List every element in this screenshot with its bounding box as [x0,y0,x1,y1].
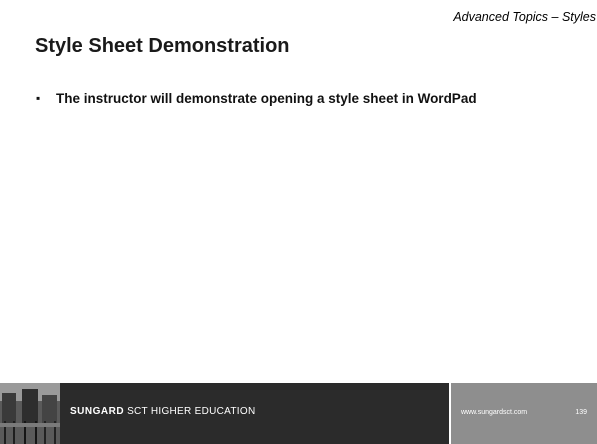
brand-name: SUNGARD [70,406,125,417]
slide-title: Style Sheet Demonstration [35,35,290,57]
bullet-item: ▪ The instructor will demonstrate openin… [36,90,556,107]
footer-brand-bar: SUNGARD SCT HIGHER EDUCATION [0,383,449,444]
slide: Advanced Topics – Styles Style Sheet Dem… [0,0,597,444]
brand-logo: SUNGARD SCT HIGHER EDUCATION [70,406,255,417]
brand-division: SCT HIGHER EDUCATION [127,406,256,417]
square-bullet-icon: ▪ [36,91,41,105]
footer-info-panel: www.sungardsct.com 139 [451,383,597,444]
bullet-list: ▪ The instructor will demonstrate openin… [36,90,556,107]
website-url: www.sungardsct.com [461,409,528,416]
chairs-photo-graphic [0,383,60,444]
bullet-text: The instructor will demonstrate opening … [56,91,477,106]
section-header: Advanced Topics – Styles [453,10,596,24]
chairs-photo [0,383,60,444]
page-number: 139 [575,409,587,416]
footer: SUNGARD SCT HIGHER EDUCATION www.sungards… [0,383,597,444]
